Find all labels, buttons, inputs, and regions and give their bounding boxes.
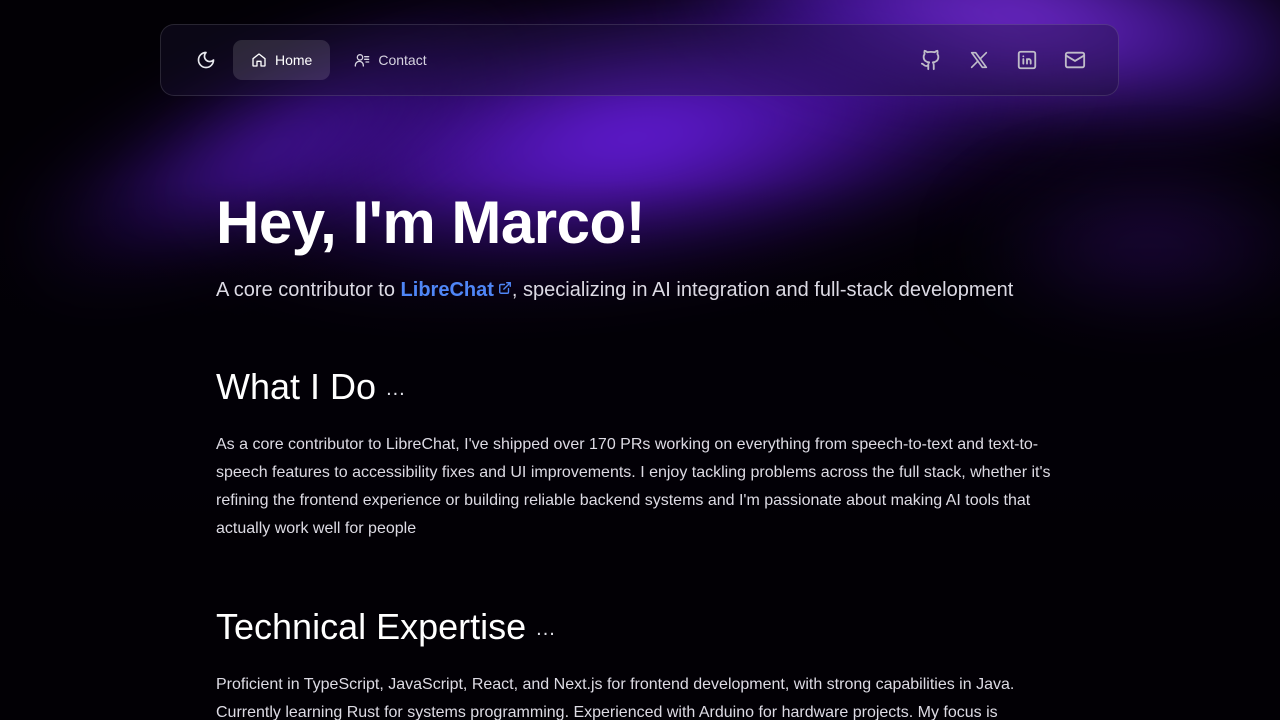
linkedin-link[interactable] xyxy=(1016,49,1038,71)
background-shade xyxy=(0,0,1280,720)
page: Home Contact Hey, I'm Marco! A core cont… xyxy=(0,0,1280,720)
section-title-text: Technical Expertise xyxy=(216,606,527,647)
hero-subtitle: A core contributor to LibreChat , special… xyxy=(216,279,1013,302)
social-links xyxy=(920,49,1094,71)
hero-title: Hey, I'm Marco! xyxy=(216,189,646,256)
moon-icon xyxy=(197,51,215,69)
theme-toggle-button[interactable] xyxy=(185,40,227,80)
hero-subtitle-suffix: , specializing in AI integration and ful… xyxy=(511,279,1014,301)
section-title-what-i-do: What I Do... xyxy=(216,366,406,408)
section-title-text: What I Do xyxy=(216,366,377,407)
mail-icon xyxy=(1064,51,1086,69)
home-icon xyxy=(252,53,266,67)
mail-link[interactable] xyxy=(1064,49,1086,71)
section-title-technical-expertise: Technical Expertise... xyxy=(216,606,556,648)
nav-link-home[interactable]: Home xyxy=(233,40,331,80)
x-link[interactable] xyxy=(968,49,990,71)
nav-link-label: Home xyxy=(275,52,313,68)
librechat-link[interactable]: LibreChat xyxy=(401,279,512,301)
contact-icon xyxy=(355,54,370,67)
librechat-link-text: LibreChat xyxy=(400,279,494,301)
nav-link-label: Contact xyxy=(378,52,427,68)
background-glow xyxy=(900,150,1280,350)
external-link-icon xyxy=(498,282,511,294)
github-link[interactable] xyxy=(920,49,942,71)
top-navbar: Home Contact xyxy=(160,24,1119,96)
nav-left-group: Home Contact xyxy=(185,40,445,80)
hero-subtitle-prefix: A core contributor to xyxy=(216,279,401,301)
section-body-technical-expertise: Proficient in TypeScript, JavaScript, Re… xyxy=(216,676,1015,720)
github-icon xyxy=(920,49,940,71)
section-dots: ... xyxy=(386,378,406,400)
section-dots: ... xyxy=(536,618,556,640)
nav-link-contact[interactable]: Contact xyxy=(336,40,444,80)
x-icon xyxy=(970,51,988,69)
linkedin-icon xyxy=(1017,50,1037,70)
section-body-what-i-do: As a core contributor to LibreChat, I've… xyxy=(216,436,1051,537)
